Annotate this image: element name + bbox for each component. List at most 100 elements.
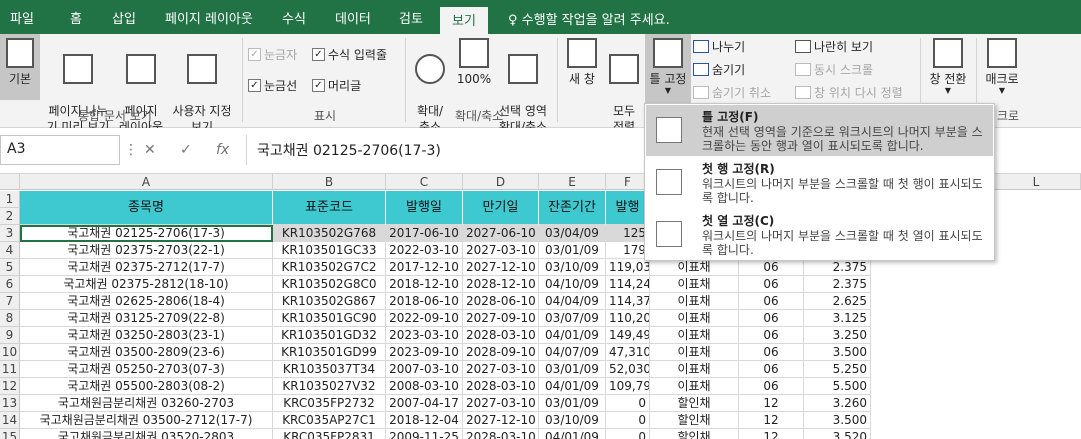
table-cell[interactable]: 110,201 — [606, 310, 650, 327]
table-cell[interactable]: 5.500 — [804, 378, 871, 395]
table-cell[interactable]: 2027-03-10 — [463, 395, 539, 412]
row-header[interactable]: 6 — [0, 276, 20, 293]
table-cell[interactable]: 06 — [739, 259, 804, 276]
table-cell[interactable]: 04/07/09 — [539, 344, 606, 361]
split-button[interactable]: 나누기 — [693, 38, 745, 55]
table-cell[interactable]: 04/01/09 — [539, 327, 606, 344]
row-header[interactable]: 2 — [0, 208, 20, 225]
tab-formulas[interactable]: 수식 — [282, 8, 306, 27]
table-cell[interactable]: 2018-12-04 — [386, 412, 463, 429]
table-cell[interactable]: 2027-12-10 — [463, 259, 539, 276]
table-cell[interactable]: 2027-03-10 — [463, 242, 539, 259]
table-cell[interactable]: 2023-09-10 — [386, 344, 463, 361]
table-cell[interactable]: 국고채권 02375-2703(22-1) — [20, 242, 273, 259]
table-cell[interactable]: 이표채 — [650, 344, 739, 361]
custom-views-button[interactable]: 사용자 지정 보기 — [166, 38, 238, 135]
select-all-corner[interactable] — [0, 174, 20, 190]
table-cell[interactable]: 03/01/09 — [539, 361, 606, 378]
table-cell[interactable]: 0 — [606, 429, 650, 439]
column-header[interactable]: E — [539, 174, 606, 190]
table-cell[interactable]: 2028-03-10 — [463, 327, 539, 344]
table-cell[interactable]: KRC035AP27C1 — [273, 412, 386, 429]
synchronous-scrolling-button[interactable]: 동시 스크롤 — [795, 61, 873, 78]
insert-function-icon[interactable]: fx — [216, 142, 229, 158]
table-cell[interactable]: 06 — [739, 327, 804, 344]
table-cell[interactable]: 0 — [606, 412, 650, 429]
table-cell[interactable]: 2.375 — [804, 276, 871, 293]
row-header[interactable]: 11 — [0, 361, 20, 378]
table-cell[interactable]: 04/10/09 — [539, 276, 606, 293]
table-cell[interactable]: 109,790 — [606, 378, 650, 395]
table-header-cell[interactable]: 발행일 — [386, 191, 463, 225]
tab-data[interactable]: 데이터 — [335, 8, 371, 27]
table-cell[interactable]: 2018-06-10 — [386, 293, 463, 310]
table-cell[interactable]: 2007-03-10 — [386, 361, 463, 378]
table-cell[interactable]: 3.500 — [804, 344, 871, 361]
table-cell[interactable]: 국고채원금분리채권 03520-2803 — [20, 429, 273, 439]
column-header[interactable]: L — [992, 174, 1081, 190]
table-cell[interactable]: 2.625 — [804, 293, 871, 310]
row-header[interactable]: 4 — [0, 242, 20, 259]
new-window-button[interactable]: 새 창 — [562, 38, 602, 87]
table-cell[interactable]: 3.125 — [804, 310, 871, 327]
table-cell[interactable]: 06 — [739, 293, 804, 310]
table-header-cell[interactable]: 종목명 — [20, 191, 273, 225]
switch-windows-button[interactable]: 창 전환 ▼ — [924, 38, 972, 95]
table-cell[interactable]: 국고채권 02625-2806(18-4) — [20, 293, 273, 310]
table-cell[interactable]: 2022-09-10 — [386, 310, 463, 327]
table-cell[interactable]: 04/01/09 — [539, 378, 606, 395]
table-cell[interactable]: 06 — [739, 378, 804, 395]
table-cell[interactable]: KR103502G867 — [273, 293, 386, 310]
row-header[interactable]: 10 — [0, 344, 20, 361]
table-cell[interactable]: KR103502G768 — [273, 225, 386, 242]
table-header-cell[interactable]: 표준코드 — [273, 191, 386, 225]
formula-bar-checkbox[interactable]: ✓ 수식 입력줄 — [312, 46, 387, 63]
table-cell[interactable]: 0 — [606, 395, 650, 412]
table-cell[interactable]: 5.250 — [804, 361, 871, 378]
table-cell[interactable]: KR103501GD99 — [273, 344, 386, 361]
column-header[interactable]: D — [463, 174, 539, 190]
column-header[interactable]: B — [273, 174, 386, 190]
table-cell[interactable]: 이표채 — [650, 293, 739, 310]
table-cell[interactable]: 03/01/09 — [539, 395, 606, 412]
menu-freeze-panes[interactable]: 틀 고정(F) 현재 선택 영역을 기준으로 워크시트의 나머지 부분을 스크롤… — [646, 105, 993, 156]
row-header[interactable]: 12 — [0, 378, 20, 395]
row-header[interactable]: 15 — [0, 429, 20, 439]
table-cell[interactable]: 국고채원금분리채권 03500-2712(17-7) — [20, 412, 273, 429]
tab-home[interactable]: 홈 — [70, 8, 82, 27]
table-cell[interactable]: 국고채권 02375-2712(17-7) — [20, 259, 273, 276]
row-header[interactable]: 3 — [0, 225, 20, 242]
table-cell[interactable]: 114,240 — [606, 276, 650, 293]
table-cell[interactable]: 이표채 — [650, 361, 739, 378]
table-cell[interactable]: 03/04/09 — [539, 225, 606, 242]
more-icon[interactable]: ⋮ — [124, 142, 138, 158]
table-header-cell[interactable]: 만기일 — [463, 191, 539, 225]
menu-freeze-top-row[interactable]: 첫 행 고정(R) 워크시트의 나머지 부분을 스크롤할 때 첫 행이 표시되도… — [646, 157, 993, 208]
enter-icon[interactable]: ✓ — [180, 142, 192, 158]
table-cell[interactable]: KR1035037T34 — [273, 361, 386, 378]
table-cell[interactable]: 2017-06-10 — [386, 225, 463, 242]
ruler-checkbox[interactable]: ✓ 눈금자 — [248, 46, 297, 63]
table-cell[interactable]: 2009-11-25 — [386, 429, 463, 439]
unhide-button[interactable]: 숨기기 취소 — [693, 84, 771, 101]
table-cell[interactable]: 3.500 — [804, 412, 871, 429]
column-header[interactable]: A — [20, 174, 273, 190]
table-cell[interactable]: 114,370 — [606, 293, 650, 310]
table-cell[interactable]: 이표채 — [650, 327, 739, 344]
reset-window-position-button[interactable]: 창 위치 다시 정렬 — [795, 84, 903, 101]
table-cell[interactable]: 04/01/09 — [539, 429, 606, 439]
zoom-100-button[interactable]: 100% — [454, 38, 494, 87]
table-cell[interactable]: KRC035FP2831 — [273, 429, 386, 439]
table-cell[interactable]: 12 — [739, 412, 804, 429]
normal-view-button[interactable]: 기본 — [0, 34, 40, 100]
table-cell[interactable]: 2027-06-10 — [463, 225, 539, 242]
table-cell[interactable]: KR103501GD32 — [273, 327, 386, 344]
table-cell[interactable]: KRC035FP2732 — [273, 395, 386, 412]
table-header-cell[interactable]: 잔존기간 — [539, 191, 606, 225]
table-cell[interactable]: 03/10/09 — [539, 259, 606, 276]
table-cell[interactable]: 이표채 — [650, 259, 739, 276]
table-cell[interactable]: 2028-03-10 — [463, 429, 539, 439]
table-cell[interactable]: 2022-03-10 — [386, 242, 463, 259]
table-cell[interactable]: 06 — [739, 276, 804, 293]
table-cell[interactable]: 국고채권 03250-2803(23-1) — [20, 327, 273, 344]
